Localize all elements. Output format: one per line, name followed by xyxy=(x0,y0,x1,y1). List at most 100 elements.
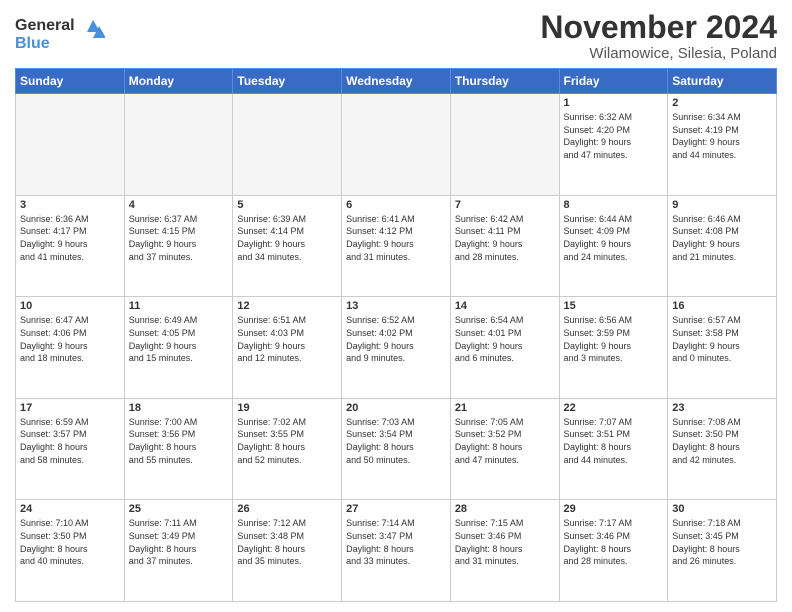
calendar-cell: 20Sunrise: 7:03 AM Sunset: 3:54 PM Dayli… xyxy=(342,398,451,500)
day-info: Sunrise: 7:07 AM Sunset: 3:51 PM Dayligh… xyxy=(564,416,664,466)
day-info: Sunrise: 7:14 AM Sunset: 3:47 PM Dayligh… xyxy=(346,517,446,567)
calendar-cell xyxy=(342,94,451,196)
calendar-cell: 14Sunrise: 6:54 AM Sunset: 4:01 PM Dayli… xyxy=(450,297,559,399)
day-number: 14 xyxy=(455,300,555,312)
day-info: Sunrise: 7:17 AM Sunset: 3:46 PM Dayligh… xyxy=(564,517,664,567)
calendar-cell: 10 Sunrise: 6:47 AM Sunset: 4:06 PM Dayli… xyxy=(16,297,125,399)
calendar-cell: 22 Sunrise: 7:07 AM Sunset: 3:51 PM Dayli… xyxy=(559,398,668,500)
calendar-week-1: 3 Sunrise: 6:36 AM Sunset: 4:17 PM Daylig… xyxy=(16,195,777,297)
day-number: 25 xyxy=(129,503,229,515)
day-number: 23 xyxy=(672,402,772,414)
calendar-cell: 23Sunrise: 7:08 AM Sunset: 3:50 PM Dayli… xyxy=(668,398,777,500)
day-info: Sunrise: 6:42 AM Sunset: 4:11 PM Dayligh… xyxy=(455,213,555,263)
day-info: Sunrise: 6:51 AM Sunset: 4:03 PM Dayligh… xyxy=(237,314,337,364)
calendar-cell: 21Sunrise: 7:05 AM Sunset: 3:52 PM Dayli… xyxy=(450,398,559,500)
day-number: 7 xyxy=(455,199,555,211)
calendar-cell: 30Sunrise: 7:18 AM Sunset: 3:45 PM Dayli… xyxy=(668,500,777,602)
day-info: Sunrise: 6:44 AM Sunset: 4:09 PM Dayligh… xyxy=(564,213,664,263)
header-sunday: Sunday xyxy=(16,69,125,94)
calendar-cell: 4 Sunrise: 6:37 AM Sunset: 4:15 PM Daylig… xyxy=(124,195,233,297)
logo-svg: General Blue xyxy=(15,10,105,55)
calendar-week-0: 1 Sunrise: 6:32 AM Sunset: 4:20 PM Daylig… xyxy=(16,94,777,196)
calendar-cell: 16Sunrise: 6:57 AM Sunset: 3:58 PM Dayli… xyxy=(668,297,777,399)
day-info: Sunrise: 7:11 AM Sunset: 3:49 PM Dayligh… xyxy=(129,517,229,567)
day-info: Sunrise: 7:18 AM Sunset: 3:45 PM Dayligh… xyxy=(672,517,772,567)
day-number: 17 xyxy=(20,402,120,414)
svg-text:General: General xyxy=(15,17,75,34)
month-title: November 2024 xyxy=(540,10,777,45)
calendar-cell: 5 Sunrise: 6:39 AM Sunset: 4:14 PM Daylig… xyxy=(233,195,342,297)
day-info: Sunrise: 6:39 AM Sunset: 4:14 PM Dayligh… xyxy=(237,213,337,263)
day-info: Sunrise: 6:56 AM Sunset: 3:59 PM Dayligh… xyxy=(564,314,664,364)
day-number: 19 xyxy=(237,402,337,414)
calendar-header-row: Sunday Monday Tuesday Wednesday Thursday… xyxy=(16,69,777,94)
day-info: Sunrise: 6:32 AM Sunset: 4:20 PM Dayligh… xyxy=(564,111,664,161)
calendar-cell xyxy=(124,94,233,196)
calendar-cell: 24 Sunrise: 7:10 AM Sunset: 3:50 PM Dayli… xyxy=(16,500,125,602)
day-number: 3 xyxy=(20,199,120,211)
day-number: 8 xyxy=(564,199,664,211)
header: General Blue November 2024 Wilamowice, S… xyxy=(15,10,777,62)
day-info: Sunrise: 6:47 AM Sunset: 4:06 PM Dayligh… xyxy=(20,314,120,364)
calendar-cell: 8 Sunrise: 6:44 AM Sunset: 4:09 PM Daylig… xyxy=(559,195,668,297)
day-info: Sunrise: 7:02 AM Sunset: 3:55 PM Dayligh… xyxy=(237,416,337,466)
calendar-cell: 9Sunrise: 6:46 AM Sunset: 4:08 PM Daylig… xyxy=(668,195,777,297)
day-number: 13 xyxy=(346,300,446,312)
calendar-cell: 28 Sunrise: 7:15 AM Sunset: 3:46 PM Dayli… xyxy=(450,500,559,602)
day-number: 26 xyxy=(237,503,337,515)
svg-text:Blue: Blue xyxy=(15,35,50,52)
calendar-cell: 25 Sunrise: 7:11 AM Sunset: 3:49 PM Dayli… xyxy=(124,500,233,602)
day-number: 16 xyxy=(672,300,772,312)
calendar-cell: 12 Sunrise: 6:51 AM Sunset: 4:03 PM Dayli… xyxy=(233,297,342,399)
day-number: 28 xyxy=(455,503,555,515)
day-number: 5 xyxy=(237,199,337,211)
day-info: Sunrise: 7:12 AM Sunset: 3:48 PM Dayligh… xyxy=(237,517,337,567)
calendar-cell: 1 Sunrise: 6:32 AM Sunset: 4:20 PM Daylig… xyxy=(559,94,668,196)
day-number: 18 xyxy=(129,402,229,414)
day-info: Sunrise: 6:52 AM Sunset: 4:02 PM Dayligh… xyxy=(346,314,446,364)
day-number: 12 xyxy=(237,300,337,312)
title-block: November 2024 Wilamowice, Silesia, Polan… xyxy=(540,10,777,62)
calendar-week-3: 17Sunrise: 6:59 AM Sunset: 3:57 PM Dayli… xyxy=(16,398,777,500)
calendar-cell: 2Sunrise: 6:34 AM Sunset: 4:19 PM Daylig… xyxy=(668,94,777,196)
location-subtitle: Wilamowice, Silesia, Poland xyxy=(540,45,777,62)
header-tuesday: Tuesday xyxy=(233,69,342,94)
calendar-cell: 7 Sunrise: 6:42 AM Sunset: 4:11 PM Daylig… xyxy=(450,195,559,297)
day-number: 11 xyxy=(129,300,229,312)
logo: General Blue xyxy=(15,10,105,55)
day-number: 24 xyxy=(20,503,120,515)
calendar-cell xyxy=(233,94,342,196)
calendar-cell: 26 Sunrise: 7:12 AM Sunset: 3:48 PM Dayli… xyxy=(233,500,342,602)
day-number: 1 xyxy=(564,97,664,109)
calendar-cell: 17Sunrise: 6:59 AM Sunset: 3:57 PM Dayli… xyxy=(16,398,125,500)
day-info: Sunrise: 6:49 AM Sunset: 4:05 PM Dayligh… xyxy=(129,314,229,364)
header-wednesday: Wednesday xyxy=(342,69,451,94)
header-monday: Monday xyxy=(124,69,233,94)
day-info: Sunrise: 7:10 AM Sunset: 3:50 PM Dayligh… xyxy=(20,517,120,567)
day-number: 4 xyxy=(129,199,229,211)
day-number: 10 xyxy=(20,300,120,312)
calendar-cell: 13 Sunrise: 6:52 AM Sunset: 4:02 PM Dayli… xyxy=(342,297,451,399)
calendar-cell: 11 Sunrise: 6:49 AM Sunset: 4:05 PM Dayli… xyxy=(124,297,233,399)
calendar-cell xyxy=(16,94,125,196)
day-info: Sunrise: 7:05 AM Sunset: 3:52 PM Dayligh… xyxy=(455,416,555,466)
calendar-cell: 3 Sunrise: 6:36 AM Sunset: 4:17 PM Daylig… xyxy=(16,195,125,297)
calendar-cell: 15Sunrise: 6:56 AM Sunset: 3:59 PM Dayli… xyxy=(559,297,668,399)
calendar-cell: 6Sunrise: 6:41 AM Sunset: 4:12 PM Daylig… xyxy=(342,195,451,297)
header-saturday: Saturday xyxy=(668,69,777,94)
day-info: Sunrise: 6:46 AM Sunset: 4:08 PM Dayligh… xyxy=(672,213,772,263)
day-number: 22 xyxy=(564,402,664,414)
calendar-cell xyxy=(450,94,559,196)
day-info: Sunrise: 7:00 AM Sunset: 3:56 PM Dayligh… xyxy=(129,416,229,466)
calendar-week-2: 10 Sunrise: 6:47 AM Sunset: 4:06 PM Dayli… xyxy=(16,297,777,399)
day-info: Sunrise: 6:41 AM Sunset: 4:12 PM Dayligh… xyxy=(346,213,446,263)
day-info: Sunrise: 7:15 AM Sunset: 3:46 PM Dayligh… xyxy=(455,517,555,567)
calendar-table: Sunday Monday Tuesday Wednesday Thursday… xyxy=(15,68,777,602)
page: General Blue November 2024 Wilamowice, S… xyxy=(0,0,792,612)
calendar-cell: 27Sunrise: 7:14 AM Sunset: 3:47 PM Dayli… xyxy=(342,500,451,602)
day-info: Sunrise: 6:36 AM Sunset: 4:17 PM Dayligh… xyxy=(20,213,120,263)
day-info: Sunrise: 6:37 AM Sunset: 4:15 PM Dayligh… xyxy=(129,213,229,263)
calendar-cell: 29Sunrise: 7:17 AM Sunset: 3:46 PM Dayli… xyxy=(559,500,668,602)
calendar-week-4: 24 Sunrise: 7:10 AM Sunset: 3:50 PM Dayli… xyxy=(16,500,777,602)
calendar-cell: 18 Sunrise: 7:00 AM Sunset: 3:56 PM Dayli… xyxy=(124,398,233,500)
